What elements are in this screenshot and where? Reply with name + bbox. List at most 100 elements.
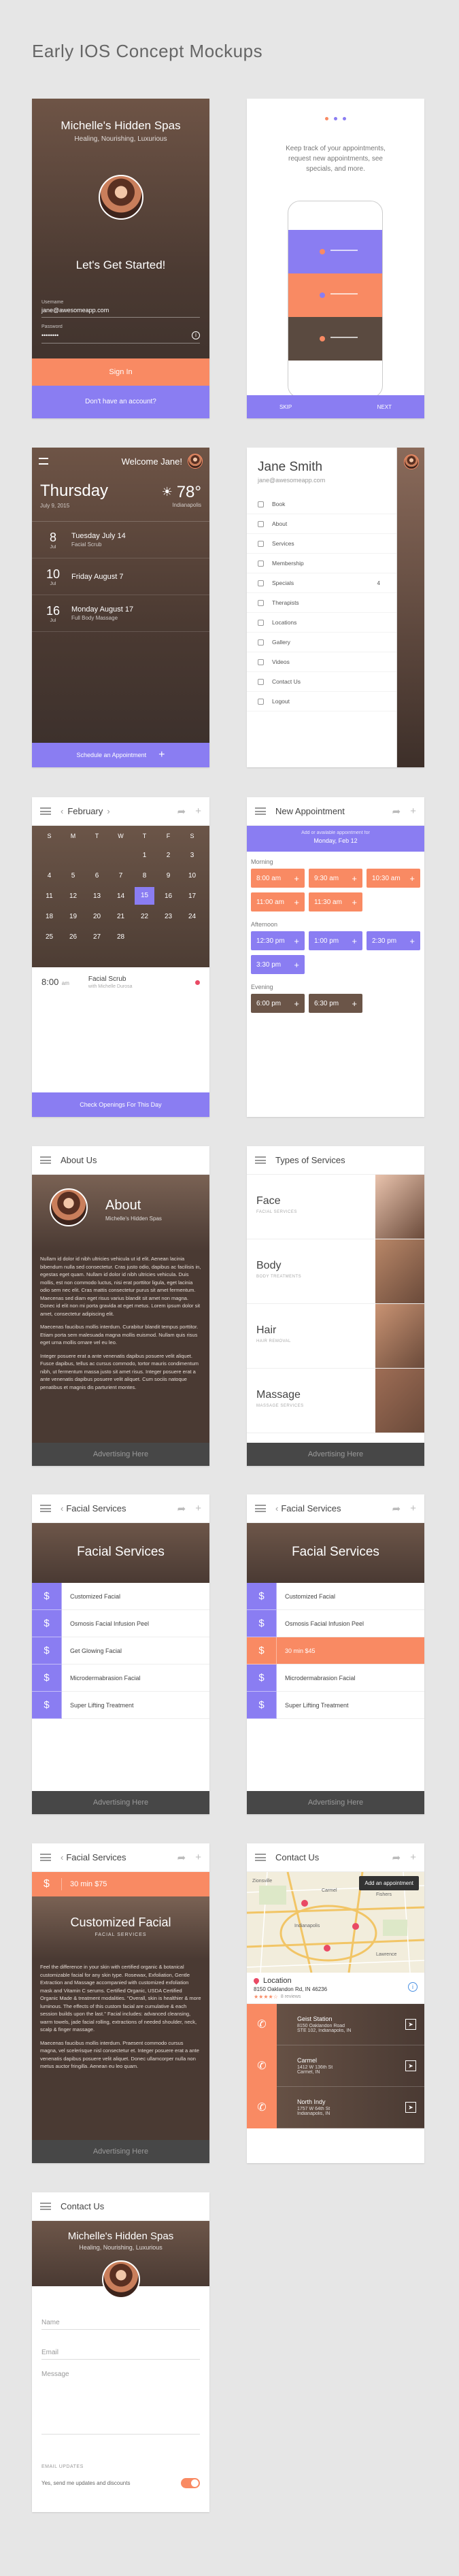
add-icon[interactable]: + [195,805,201,818]
ad-banner[interactable]: Advertising Here [247,1443,424,1466]
ad-banner[interactable]: Advertising Here [32,2140,209,2163]
time-slot[interactable]: 11:30 am + [309,892,362,911]
message-field[interactable]: Message [41,2366,200,2435]
share-icon[interactable]: ➦ [392,805,401,818]
menu-icon[interactable] [255,1854,266,1861]
appointment-row[interactable]: 10 Jul Friday August 7 [32,558,209,595]
password-field[interactable]: •••••••• [41,332,58,339]
menu-icon[interactable] [40,2203,51,2210]
directions-icon[interactable]: ➤ [405,2019,416,2030]
next-month-icon[interactable]: › [107,806,109,816]
calendar-day[interactable]: 26 [61,933,85,941]
time-slot[interactable]: 8:00 am + [251,869,305,888]
add-icon[interactable]: + [195,1852,201,1864]
signin-button[interactable]: Sign In [32,358,209,386]
avatar[interactable] [188,454,203,469]
calendar-day[interactable]: 19 [61,913,85,920]
menu-icon[interactable] [40,1505,51,1512]
calendar-day[interactable]: 6 [85,872,109,880]
menu-icon[interactable] [40,807,51,815]
menu-icon[interactable] [255,807,266,815]
calendar-day[interactable]: 2 [156,852,180,859]
service-type-body[interactable]: Body BODY TREATMENTS [247,1239,424,1304]
time-slot[interactable]: 12:30 pm + [251,931,305,950]
share-icon[interactable]: ➦ [392,1503,401,1515]
calendar-day[interactable]: 17 [180,892,204,900]
service-type-hair[interactable]: Hair HAIR REMOVAL [247,1304,424,1369]
updates-toggle[interactable] [181,2478,200,2488]
share-icon[interactable]: ➦ [177,1852,186,1864]
menu-item-specials[interactable]: Specials 4 [247,573,396,593]
add-icon[interactable]: + [410,805,416,818]
appointment-row[interactable]: 16 Jul Monday August 17 Full Body Massage [32,595,209,632]
service-row[interactable]: $ Osmosis Facial Infusion Peel [247,1609,424,1637]
price-icon[interactable]: $ [247,1637,277,1665]
menu-item-locations[interactable]: Locations [247,613,396,633]
calendar-day[interactable]: 12 [61,892,85,900]
add-icon[interactable]: + [195,1503,201,1515]
place-row[interactable]: ✆ Geist Station 8150 Oaklandon Road STE 102… [247,2003,424,2045]
calendar-day[interactable]: 7 [109,872,133,880]
menu-item-logout[interactable]: Logout [247,692,396,712]
ad-banner[interactable]: Advertising Here [32,1791,209,1814]
back-link[interactable]: ‹ Facial Services [275,1503,341,1513]
service-row[interactable]: $ Customized Facial [32,1582,209,1610]
service-row[interactable]: $ Osmosis Facial Infusion Peel [32,1609,209,1637]
time-slot[interactable]: 6:30 pm + [309,994,362,1013]
phone-icon[interactable]: ✆ [247,2086,277,2128]
price-icon[interactable]: $ [32,1582,62,1610]
menu-item-gallery[interactable]: Gallery [247,633,396,652]
menu-item-about[interactable]: About [247,514,396,534]
time-slot[interactable]: 10:30 am + [367,869,420,888]
price-icon[interactable]: $ [32,1609,62,1637]
menu-item-videos[interactable]: Videos [247,652,396,672]
calendar-day[interactable]: 10 [180,872,204,880]
share-icon[interactable]: ➦ [177,805,186,818]
place-row[interactable]: ✆ Carmel 1412 W 136th St Carmel, IN ➤ [247,2045,424,2087]
menu-icon[interactable] [40,1156,51,1164]
back-link[interactable]: ‹ Facial Services [61,1503,126,1513]
calendar-day[interactable]: 3 [180,852,204,859]
no-account-link[interactable]: Don't have an account? [32,386,209,418]
service-row[interactable]: $ Customized Facial [247,1582,424,1610]
skip-button[interactable]: SKIP [279,404,292,410]
calendar-day[interactable]: 21 [109,913,133,920]
calendar-day[interactable]: 23 [156,913,180,920]
calendar-day[interactable]: 9 [156,872,180,880]
menu-icon[interactable] [40,1854,51,1861]
share-icon[interactable]: ➦ [177,1503,186,1515]
time-slot[interactable]: 2:30 pm + [367,931,420,950]
price-icon[interactable]: $ [247,1664,277,1692]
price-icon[interactable]: $ [247,1609,277,1637]
calendar-day[interactable]: 28 [109,933,133,941]
menu-item-book[interactable]: Book [247,495,396,514]
service-row[interactable]: $ Super Lifting Treatment [32,1691,209,1719]
calendar-day[interactable]: 4 [37,872,61,880]
event-title[interactable]: Facial Scrub [88,975,133,983]
price-icon[interactable]: $ [247,1691,277,1719]
schedule-button[interactable]: Schedule an Appointment [77,752,147,758]
info-icon[interactable]: i [192,331,200,339]
name-field[interactable]: Name [41,2307,200,2330]
calendar-day[interactable]: 18 [37,913,61,920]
service-row[interactable]: $ Get Glowing Facial [32,1637,209,1665]
calendar-day[interactable]: 13 [85,892,109,900]
email-field[interactable]: Email [41,2337,200,2360]
calendar-day[interactable]: 14 [109,892,133,900]
place-row[interactable]: ✆ North Indy 1757 W 64th St Indianapolis, I… [247,2086,424,2128]
service-type-face[interactable]: Face FACIAL SERVICES [247,1175,424,1239]
calendar-day[interactable]: 22 [133,913,156,920]
price-icon[interactable]: $ [32,1664,62,1692]
menu-item-therapists[interactable]: Therapists [247,593,396,613]
ad-banner[interactable]: Advertising Here [32,1443,209,1466]
directions-icon[interactable]: ➤ [405,2060,416,2071]
time-slot[interactable]: 6:00 pm + [251,994,305,1013]
next-button[interactable]: NEXT [377,404,392,410]
calendar-day[interactable]: 24 [180,913,204,920]
calendar-day[interactable]: 8 [133,872,156,880]
phone-icon[interactable]: ✆ [247,2045,277,2087]
appointment-row[interactable]: 8 Jul Tuesday July 14 Facial Scrub [32,522,209,558]
check-openings-button[interactable]: Check Openings For This Day [32,1092,209,1117]
menu-icon[interactable] [255,1505,266,1512]
phone-icon[interactable]: ✆ [247,2003,277,2045]
